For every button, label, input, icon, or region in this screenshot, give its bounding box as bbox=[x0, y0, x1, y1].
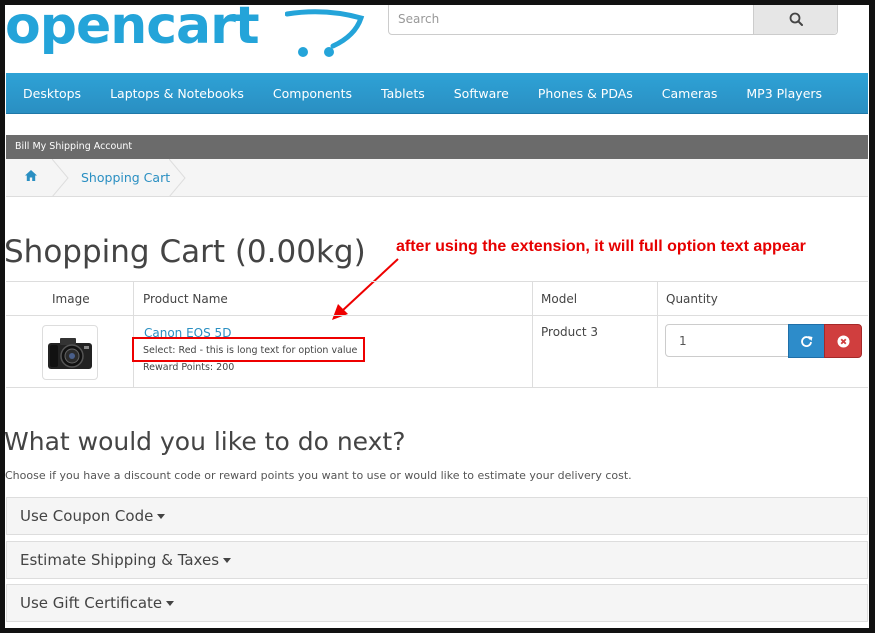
header-product-name: Product Name bbox=[143, 292, 228, 306]
store-logo[interactable]: opencart bbox=[5, 0, 365, 62]
header-model: Model bbox=[541, 292, 578, 306]
page-title: Shopping Cart (0.00kg) bbox=[4, 234, 366, 270]
annotation-text: after using the extension, it will full … bbox=[396, 238, 806, 255]
search-input[interactable] bbox=[389, 3, 753, 34]
menu-item-cameras[interactable]: Cameras bbox=[662, 86, 718, 101]
shipping-account-bar: Bill My Shipping Account bbox=[6, 135, 868, 159]
product-model: Product 3 bbox=[541, 325, 599, 339]
refresh-icon bbox=[801, 335, 813, 347]
remove-button[interactable] bbox=[824, 324, 862, 358]
search-bar bbox=[388, 2, 838, 35]
menu-item-mp3[interactable]: MP3 Players bbox=[746, 86, 822, 101]
logo-text: opencart bbox=[5, 0, 260, 56]
menu-item-tablets[interactable]: Tablets bbox=[381, 86, 425, 101]
coupon-panel-label: Use Coupon Code bbox=[20, 507, 154, 525]
gift-certificate-panel-label: Use Gift Certificate bbox=[20, 594, 163, 612]
next-steps-title: What would you like to do next? bbox=[4, 427, 406, 456]
search-icon bbox=[789, 12, 803, 26]
shipping-panel[interactable]: Estimate Shipping & Taxes bbox=[6, 541, 868, 579]
menu-item-software[interactable]: Software bbox=[454, 86, 509, 101]
caret-down-icon bbox=[223, 558, 232, 563]
product-thumbnail[interactable] bbox=[42, 325, 98, 380]
caret-down-icon bbox=[166, 601, 175, 606]
gift-certificate-panel[interactable]: Use Gift Certificate bbox=[6, 584, 868, 622]
breadcrumb-separator bbox=[169, 159, 186, 197]
menu-item-phones[interactable]: Phones & PDAs bbox=[538, 86, 633, 101]
header-image: Image bbox=[52, 292, 90, 306]
breadcrumb-separator bbox=[52, 159, 69, 197]
product-option: Select: Red - this is long text for opti… bbox=[143, 345, 358, 356]
menu-item-components[interactable]: Components bbox=[273, 86, 352, 101]
reward-points: Reward Points: 200 bbox=[143, 362, 235, 373]
breadcrumb: Shopping Cart bbox=[6, 159, 868, 197]
shipping-account-label: Bill My Shipping Account bbox=[15, 141, 133, 152]
main-menu: Desktops Laptops & Notebooks Components … bbox=[6, 73, 868, 114]
camera-icon bbox=[48, 337, 92, 369]
header-divider bbox=[6, 315, 868, 316]
menu-item-desktops[interactable]: Desktops bbox=[23, 86, 81, 101]
caret-down-icon bbox=[157, 514, 166, 519]
update-button[interactable] bbox=[788, 324, 825, 358]
next-steps-description: Choose if you have a discount code or re… bbox=[5, 469, 632, 482]
shipping-panel-label: Estimate Shipping & Taxes bbox=[20, 551, 220, 569]
home-icon[interactable] bbox=[24, 169, 38, 182]
logo-cart-icon bbox=[285, 9, 365, 57]
quantity-input[interactable] bbox=[665, 324, 789, 357]
cart-table: Image Product Name Model Quantity Canon … bbox=[6, 281, 868, 388]
search-button[interactable] bbox=[753, 3, 837, 34]
breadcrumb-shopping-cart[interactable]: Shopping Cart bbox=[81, 170, 170, 185]
header-quantity: Quantity bbox=[666, 292, 718, 306]
coupon-panel[interactable]: Use Coupon Code bbox=[6, 497, 868, 535]
menu-item-laptops[interactable]: Laptops & Notebooks bbox=[110, 86, 244, 101]
remove-icon bbox=[837, 335, 849, 347]
